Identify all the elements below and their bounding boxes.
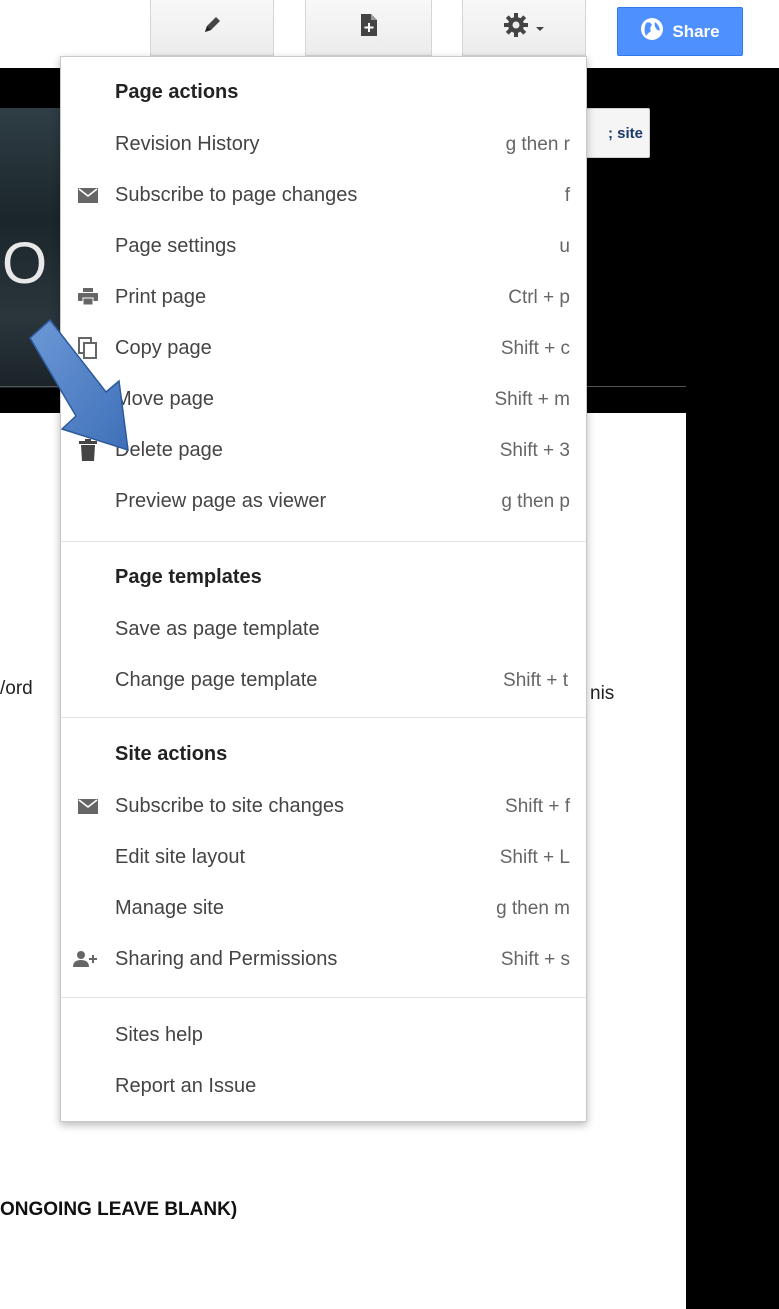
trash-icon <box>77 439 99 461</box>
menu-item-print-page[interactable]: Print page Ctrl + p <box>61 272 586 323</box>
banner-title-fragment: O <box>2 231 50 296</box>
page-actions-menu: Page actions Revision History g then r S… <box>60 56 587 1122</box>
menu-separator <box>61 997 586 998</box>
chevron-down-icon <box>535 19 545 37</box>
printer-icon <box>77 286 99 308</box>
new-page-button[interactable] <box>305 0 432 56</box>
menu-separator <box>61 541 586 542</box>
share-button[interactable]: Share <box>617 7 743 56</box>
menu-item-revision-history[interactable]: Revision History g then r <box>61 119 586 170</box>
site-button-label: ; site <box>607 124 643 142</box>
menu-item-shortcut: Shift + s <box>500 949 570 970</box>
more-actions-button[interactable] <box>462 0 586 56</box>
add-person-icon <box>73 948 99 970</box>
menu-item-manage-site[interactable]: Manage site g then m <box>61 883 586 934</box>
share-label: Share <box>672 21 720 41</box>
menu-item-delete-page[interactable]: Delete page Shift + 3 <box>61 425 586 476</box>
menu-item-shortcut: g then p <box>501 491 570 512</box>
menu-item-shortcut: f <box>564 185 570 206</box>
new-page-icon <box>359 13 379 42</box>
menu-item-report-issue[interactable]: Report an Issue <box>61 1061 586 1112</box>
menu-heading-site-actions: Site actions <box>115 743 228 765</box>
menu-item-label: Sharing and Permissions <box>115 948 338 970</box>
menu-item-shortcut: Shift + m <box>494 389 571 410</box>
menu-item-label: Subscribe to site changes <box>115 795 345 817</box>
menu-item-sharing-permissions[interactable]: Sharing and Permissions Shift + s <box>61 934 586 985</box>
menu-item-label: Manage site <box>115 897 224 919</box>
menu-item-label: Save as page template <box>115 618 320 640</box>
menu-item-shortcut: g then m <box>496 898 570 919</box>
menu-item-label: Copy page <box>115 337 212 359</box>
menu-item-shortcut: Ctrl + p <box>508 287 570 308</box>
menu-item-subscribe-site-changes[interactable]: Subscribe to site changes Shift + f <box>61 781 586 832</box>
menu-item-shortcut: Shift + 3 <box>499 440 570 461</box>
content-text-fragment-left: /ord <box>0 678 33 699</box>
menu-item-copy-page[interactable]: Copy page Shift + c <box>61 323 586 374</box>
menu-item-label: Revision History <box>115 133 260 155</box>
menu-separator <box>61 717 586 718</box>
content-text-fragment-right: nis <box>590 683 615 704</box>
menu-item-sites-help[interactable]: Sites help <box>61 1010 586 1061</box>
menu-item-label: Subscribe to page changes <box>115 184 358 206</box>
menu-item-label: Page settings <box>115 235 237 257</box>
menu-item-save-as-template[interactable]: Save as page template <box>61 604 586 655</box>
menu-item-label: Delete page <box>115 439 223 461</box>
menu-item-shortcut: g then r <box>505 134 570 155</box>
menu-item-preview-as-viewer[interactable]: Preview page as viewer g then p <box>61 476 586 527</box>
menu-item-label: Change page template <box>115 669 318 691</box>
copy-icon <box>77 337 99 359</box>
content-bold-heading: ONGOING LEAVE BLANK) <box>0 1199 238 1220</box>
menu-heading-page-actions: Page actions <box>115 81 239 103</box>
menu-item-edit-site-layout[interactable]: Edit site layout Shift + L <box>61 832 586 883</box>
menu-heading-page-templates: Page templates <box>115 566 262 588</box>
menu-item-shortcut: u <box>559 236 570 257</box>
menu-item-label: Move page <box>115 388 214 410</box>
menu-item-label: Preview page as viewer <box>115 490 327 512</box>
menu-item-change-template[interactable]: Change page template Shift + t <box>61 655 586 706</box>
envelope-icon <box>77 184 99 206</box>
menu-item-shortcut: Shift + f <box>505 796 570 817</box>
menu-item-shortcut: Shift + L <box>499 847 570 868</box>
pencil-icon <box>201 14 223 41</box>
menu-item-label: Edit site layout <box>115 846 246 868</box>
menu-item-shortcut: Shift + t <box>503 670 568 691</box>
menu-item-subscribe-page-changes[interactable]: Subscribe to page changes f <box>61 170 586 221</box>
envelope-icon <box>77 795 99 817</box>
globe-icon <box>640 17 664 46</box>
menu-item-shortcut: Shift + c <box>500 338 570 359</box>
edit-page-button[interactable] <box>150 0 274 56</box>
right-margin <box>686 413 779 1309</box>
menu-item-label: Report an Issue <box>115 1075 257 1097</box>
site-button[interactable]: ; site <box>578 108 650 158</box>
menu-item-label: Sites help <box>115 1024 203 1046</box>
menu-item-move-page[interactable]: Move page Shift + m <box>61 374 586 425</box>
gear-icon <box>503 12 529 43</box>
menu-item-page-settings[interactable]: Page settings u <box>61 221 586 272</box>
menu-item-label: Print page <box>115 286 207 308</box>
